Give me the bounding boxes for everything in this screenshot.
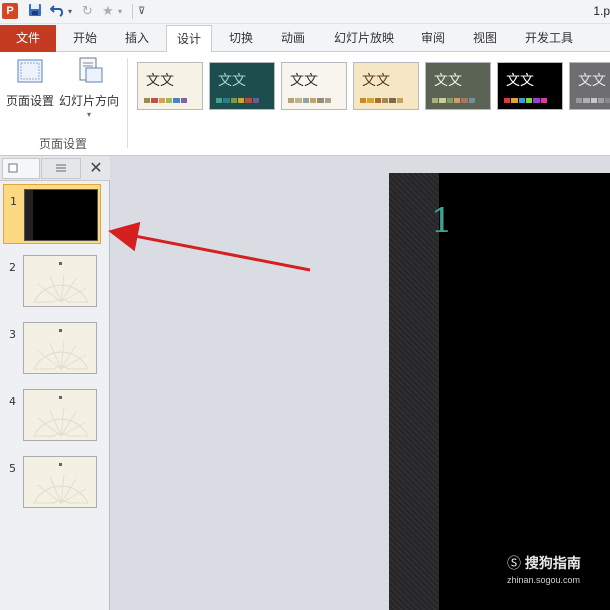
- customize-icon[interactable]: ⊽: [138, 3, 145, 20]
- theme-color-swatches: [288, 98, 332, 103]
- tab-home[interactable]: 开始: [62, 25, 108, 52]
- theme-sample-text: 文文: [362, 73, 390, 89]
- title-placeholder-mark: [59, 329, 62, 332]
- tab-animations[interactable]: 动画: [270, 25, 316, 52]
- tab-insert[interactable]: 插入: [114, 25, 160, 52]
- watermark-logo-icon: Ⓢ: [507, 556, 521, 572]
- page-setup-label: 页面设置: [5, 94, 54, 108]
- slide-number: 2: [9, 261, 16, 274]
- outline-tab[interactable]: [41, 158, 81, 179]
- theme-item[interactable]: 文文: [137, 62, 203, 110]
- watermark-main: 搜狗指南: [524, 556, 581, 572]
- slide-editor: 1: [111, 156, 610, 610]
- save-icon[interactable]: [28, 3, 42, 20]
- tab-review[interactable]: 审阅: [410, 25, 456, 52]
- tab-developer[interactable]: 开发工具: [516, 25, 582, 52]
- theme-sample-text: 文文: [434, 73, 462, 89]
- theme-item[interactable]: 文文: [569, 62, 610, 110]
- slide-thumbnail-5[interactable]: 5: [3, 452, 101, 512]
- slide-thumbnail-4[interactable]: 4: [3, 385, 101, 445]
- slide-preview: [24, 189, 98, 241]
- slide-title-text[interactable]: 1: [431, 201, 453, 241]
- theme-color-swatches: [576, 98, 610, 103]
- slide-thumbnail-1[interactable]: 1: [3, 184, 101, 244]
- theme-item[interactable]: 文文: [497, 62, 563, 110]
- slide-number: 1: [10, 195, 17, 208]
- theme-color-swatches: [360, 98, 404, 103]
- tab-view[interactable]: 视图: [462, 25, 508, 52]
- tab-slideshow[interactable]: 幻灯片放映: [324, 25, 404, 52]
- theme-sample-text: 文文: [146, 73, 174, 89]
- theme-color-swatches: [144, 98, 188, 103]
- page-setup-button[interactable]: 页面设置: [4, 56, 56, 126]
- current-slide[interactable]: 1: [389, 173, 610, 610]
- title-placeholder-mark: [59, 262, 62, 265]
- theme-item[interactable]: 文文: [353, 62, 419, 110]
- slide-orientation-button[interactable]: 幻灯片方向 ▾: [58, 56, 120, 126]
- slides-panel: ✕ 1 2 3 4 5: [0, 156, 110, 610]
- theme-item[interactable]: 文文: [425, 62, 491, 110]
- undo-icon[interactable]: [49, 3, 66, 20]
- slide-orientation-label: 幻灯片方向: [58, 94, 119, 108]
- slide-thumbnail-2[interactable]: 2: [3, 251, 101, 311]
- title-placeholder-mark: [59, 396, 62, 399]
- star-icon[interactable]: ★: [102, 3, 114, 20]
- slide-preview: [23, 389, 97, 441]
- page-setup-group-label: 页面设置: [38, 137, 87, 151]
- slide-number: 3: [9, 328, 16, 341]
- slide-thumbnail-3[interactable]: 3: [3, 318, 101, 378]
- page-setup-icon: [15, 56, 45, 88]
- toolbar-separator: [132, 4, 133, 19]
- slide-orientation-icon: [74, 56, 104, 88]
- star-dropdown-icon[interactable]: ▾: [118, 3, 122, 20]
- theme-sample-text: 文文: [290, 73, 318, 89]
- redo-icon[interactable]: ↻: [82, 3, 93, 20]
- ribbon-tabs: 文件 开始 插入 设计 切换 动画 幻灯片放映 审阅 视图 开发工具: [0, 24, 610, 53]
- tab-design[interactable]: 设计: [166, 25, 212, 53]
- slide-number: 4: [9, 395, 16, 408]
- slide-number: 5: [9, 462, 16, 475]
- slide-preview: [23, 255, 97, 307]
- tab-transitions[interactable]: 切换: [218, 25, 264, 52]
- theme-sample-text: 文文: [578, 73, 606, 89]
- theme-color-swatches: [216, 98, 260, 103]
- group-separator: [127, 58, 128, 148]
- thumb-texture-strip: [25, 190, 33, 240]
- theme-sample-text: 文文: [218, 73, 246, 89]
- title-placeholder-mark: [59, 463, 62, 466]
- watermark: Ⓢ 搜狗指南: [507, 553, 581, 573]
- panel-tabs: ✕: [0, 156, 110, 181]
- undo-dropdown-icon[interactable]: ▾: [68, 3, 72, 20]
- watermark-sub: zhinan.sogou.com: [507, 575, 581, 585]
- title-bar: P ▾ ↻ ★ ▾ ⊽ 1.p: [0, 0, 610, 24]
- tab-file[interactable]: 文件: [0, 25, 56, 52]
- chevron-down-icon: ▾: [86, 110, 91, 119]
- slides-tab[interactable]: [2, 158, 40, 179]
- slide-preview: [23, 456, 97, 508]
- window-title: 1.p: [593, 4, 610, 18]
- theme-item[interactable]: 文文: [209, 62, 275, 110]
- close-icon[interactable]: ✕: [86, 157, 106, 179]
- slide-preview: [23, 322, 97, 374]
- theme-item[interactable]: 文文: [281, 62, 347, 110]
- theme-color-swatches: [504, 98, 548, 103]
- ribbon-design: 页面设置 幻灯片方向 ▾ 页面设置 文文 文文 文文 文文 文文 文文 文文: [0, 52, 610, 156]
- theme-sample-text: 文文: [506, 73, 534, 89]
- theme-color-swatches: [432, 98, 476, 103]
- powerpoint-logo-icon: P: [2, 3, 18, 19]
